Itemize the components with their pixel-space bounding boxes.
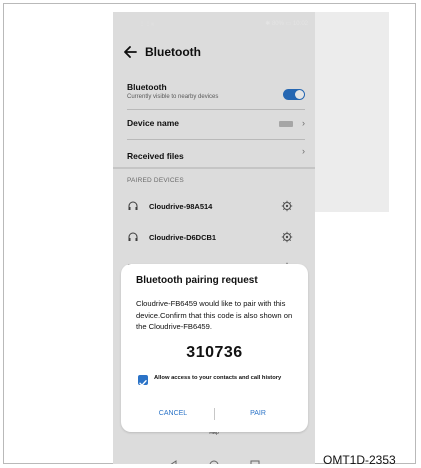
pair-button[interactable]: PAIR [224,410,292,417]
button-separator [214,408,215,420]
pairing-code: 310736 [186,344,243,361]
contacts-access-checkbox[interactable] [138,375,148,386]
cancel-button[interactable]: CANCEL [139,410,207,417]
checkmark-icon [139,380,147,386]
pairing-dialog: Bluetooth pairing request Cloudrive-FB64… [121,264,308,432]
navigation-bar [113,452,315,464]
dialog-message: Cloudrive-FB6459 would like to pair with… [136,299,293,331]
background-panel [314,12,389,212]
nav-back-icon[interactable] [167,458,179,464]
nav-recents-icon[interactable] [249,458,261,464]
nav-home-icon[interactable] [208,458,220,464]
checkbox-label: Allow access to your contacts and call h… [154,375,282,381]
dialog-title: Bluetooth pairing request [136,275,258,286]
figure-code: OMT1D-2353 [323,453,396,467]
